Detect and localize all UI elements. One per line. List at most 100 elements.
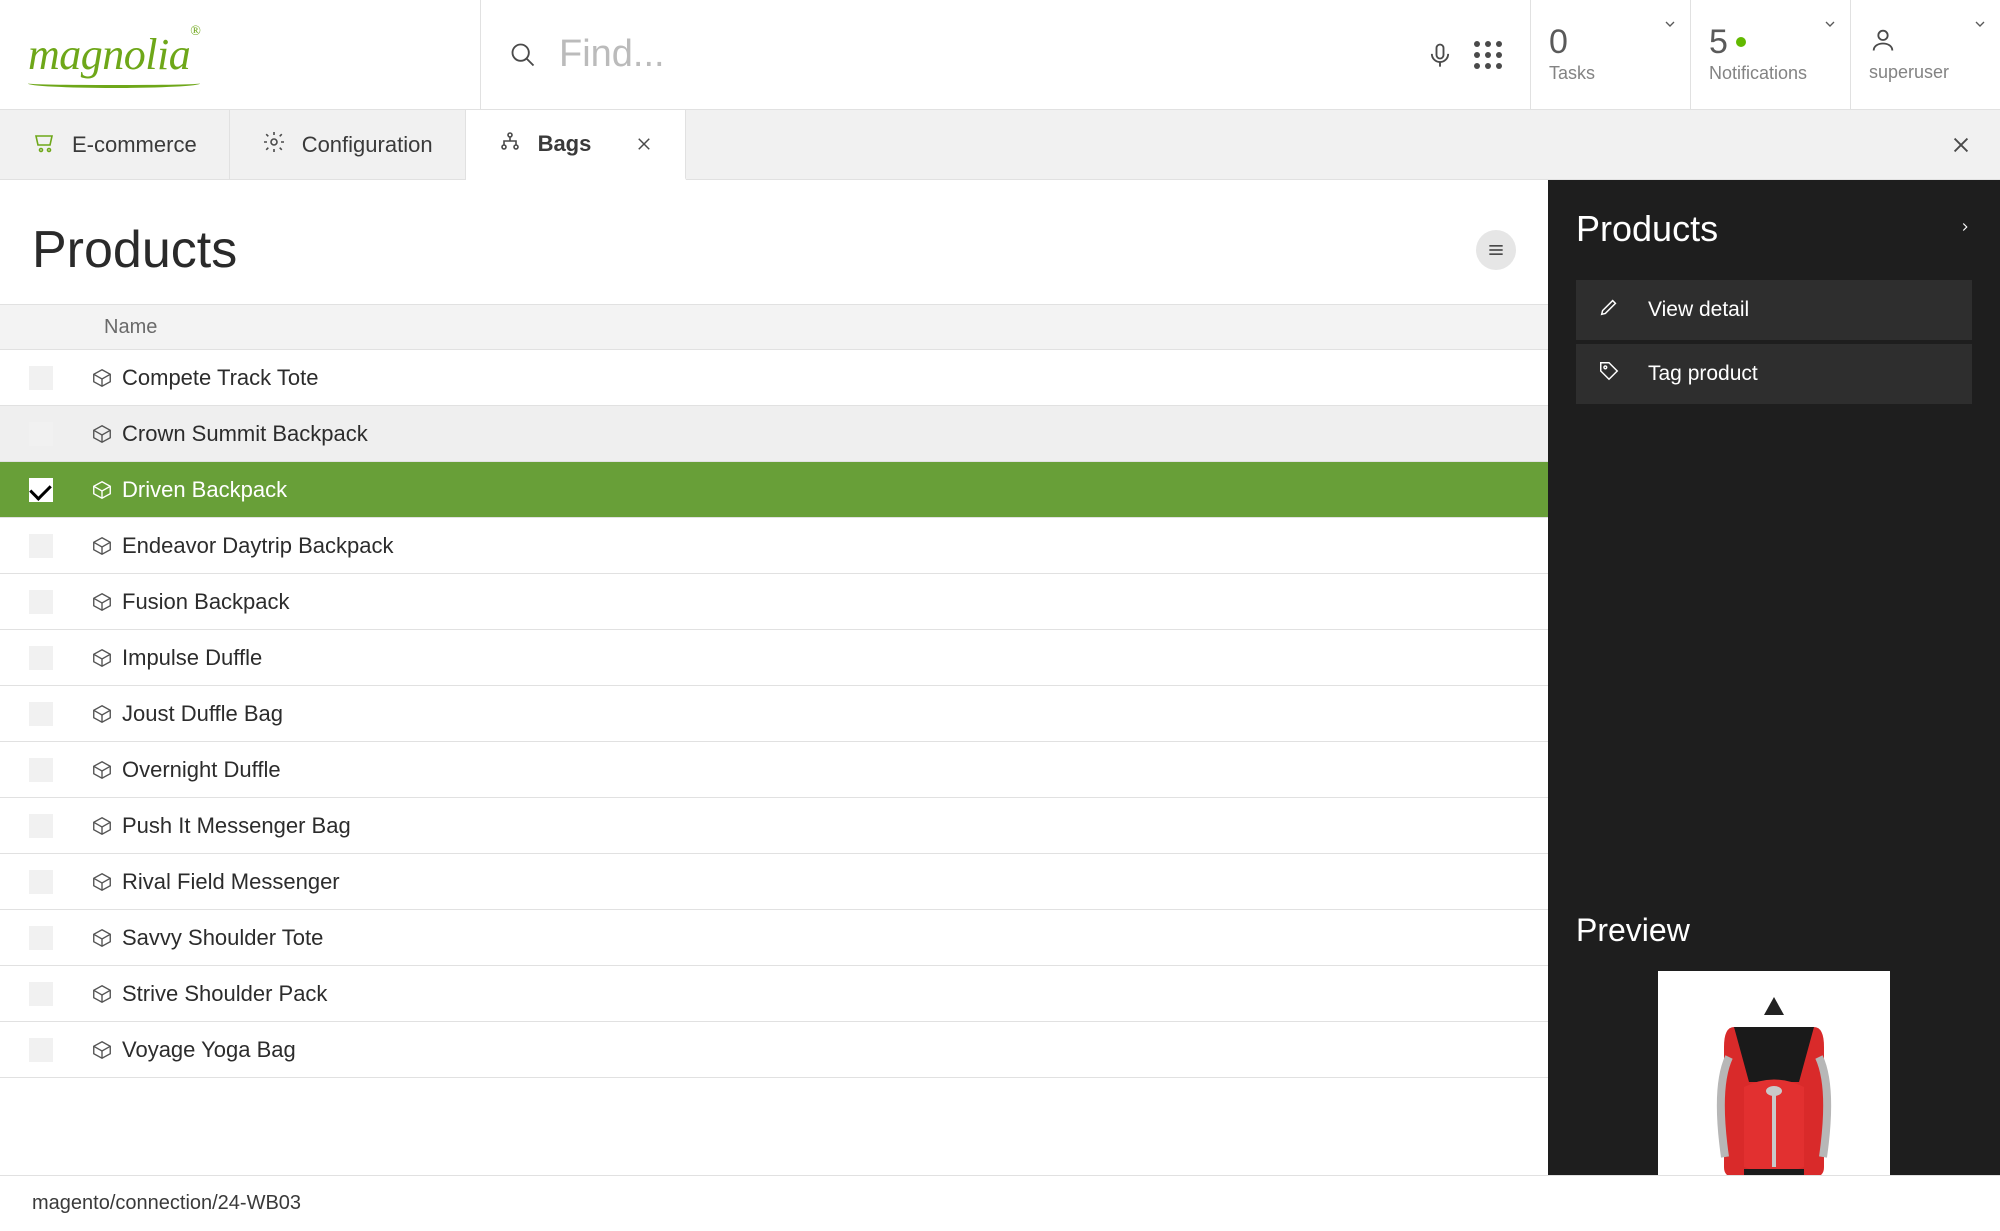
row-checkbox[interactable] xyxy=(0,926,82,950)
logo[interactable]: magnolia® xyxy=(0,0,480,109)
row-name: Rival Field Messenger xyxy=(122,869,340,895)
package-icon xyxy=(82,927,122,949)
tabs-bar: E-commerce Configuration Bags xyxy=(0,110,2000,180)
table-row[interactable]: Strive Shoulder Pack xyxy=(0,966,1548,1022)
table-row[interactable]: Overnight Duffle xyxy=(0,742,1548,798)
column-header-name[interactable]: Name xyxy=(104,316,157,339)
mic-icon[interactable] xyxy=(1426,41,1454,69)
row-checkbox[interactable] xyxy=(0,982,82,1006)
tab-e-commerce[interactable]: E-commerce xyxy=(0,110,230,179)
action-label: View detail xyxy=(1648,298,1749,322)
collapse-panel-button[interactable] xyxy=(1958,220,1972,239)
pencil-icon xyxy=(1598,296,1620,324)
chevron-down-icon xyxy=(1662,16,1678,37)
table-row[interactable]: Joust Duffle Bag xyxy=(0,686,1548,742)
search-icon xyxy=(509,41,537,69)
row-checkbox[interactable] xyxy=(0,646,82,670)
row-checkbox[interactable] xyxy=(0,758,82,782)
package-icon xyxy=(82,367,122,389)
table-row[interactable]: Savvy Shoulder Tote xyxy=(0,910,1548,966)
table-header: Name xyxy=(0,304,1548,350)
list-pane: Products Name Compete Track Tote Crown Su… xyxy=(0,180,1548,1231)
table-body: Compete Track Tote Crown Summit Backpack D… xyxy=(0,350,1548,1231)
action-panel: Products View detail Tag product Preview xyxy=(1548,180,2000,1231)
tab-bags[interactable]: Bags xyxy=(466,110,687,180)
action-label: Tag product xyxy=(1648,362,1758,386)
global-search xyxy=(480,0,1530,109)
row-name: Joust Duffle Bag xyxy=(122,701,283,727)
table-row[interactable]: Compete Track Tote xyxy=(0,350,1548,406)
table-row[interactable]: Voyage Yoga Bag xyxy=(0,1022,1548,1078)
action-tag-product[interactable]: Tag product xyxy=(1576,344,1972,404)
gear-icon xyxy=(262,130,286,160)
table-row[interactable]: Crown Summit Backpack xyxy=(0,406,1548,462)
package-icon xyxy=(82,479,122,501)
tasks-count: 0 xyxy=(1549,25,1672,59)
package-icon xyxy=(82,647,122,669)
notifications-tile[interactable]: 5 Notifications xyxy=(1690,0,1850,109)
cart-icon xyxy=(32,130,56,160)
row-name: Push It Messenger Bag xyxy=(122,813,351,839)
chevron-down-icon xyxy=(1822,16,1838,37)
row-checkbox[interactable] xyxy=(0,702,82,726)
package-icon xyxy=(82,815,122,837)
close-all-tabs[interactable] xyxy=(1922,110,2000,179)
tag-icon xyxy=(1598,360,1620,388)
tasks-label: Tasks xyxy=(1549,63,1672,84)
package-icon xyxy=(82,983,122,1005)
status-path: magento/connection/24-WB03 xyxy=(32,1192,301,1215)
app-header: magnolia® 0 Tasks 5 Notifications superu… xyxy=(0,0,2000,110)
table-row[interactable]: Driven Backpack xyxy=(0,462,1548,518)
package-icon xyxy=(82,759,122,781)
row-name: Compete Track Tote xyxy=(122,365,318,391)
app-grid-icon[interactable] xyxy=(1474,41,1502,69)
user-name: superuser xyxy=(1869,62,1982,83)
tasks-tile[interactable]: 0 Tasks xyxy=(1530,0,1690,109)
row-checkbox[interactable] xyxy=(0,814,82,838)
view-options-button[interactable] xyxy=(1476,230,1516,270)
row-name: Endeavor Daytrip Backpack xyxy=(122,533,393,559)
chevron-down-icon xyxy=(1972,16,1988,37)
tab-configuration[interactable]: Configuration xyxy=(230,110,466,179)
panel-title: Products xyxy=(1576,208,1718,250)
row-name: Voyage Yoga Bag xyxy=(122,1037,296,1063)
menu-icon xyxy=(1486,240,1506,260)
row-name: Fusion Backpack xyxy=(122,589,290,615)
row-name: Strive Shoulder Pack xyxy=(122,981,327,1007)
close-icon xyxy=(1950,134,1972,156)
notifications-label: Notifications xyxy=(1709,63,1832,84)
tab-label: E-commerce xyxy=(72,132,197,158)
package-icon xyxy=(82,1039,122,1061)
row-checkbox[interactable] xyxy=(0,478,82,502)
row-name: Impulse Duffle xyxy=(122,645,262,671)
row-name: Driven Backpack xyxy=(122,477,287,503)
table-row[interactable]: Impulse Duffle xyxy=(0,630,1548,686)
row-checkbox[interactable] xyxy=(0,1038,82,1062)
table-row[interactable]: Fusion Backpack xyxy=(0,574,1548,630)
action-view-detail[interactable]: View detail xyxy=(1576,280,1972,340)
row-checkbox[interactable] xyxy=(0,534,82,558)
tab-label: Configuration xyxy=(302,132,433,158)
table-row[interactable]: Endeavor Daytrip Backpack xyxy=(0,518,1548,574)
page-title: Products xyxy=(32,220,237,280)
package-icon xyxy=(82,703,122,725)
search-input[interactable] xyxy=(557,32,1406,77)
row-checkbox[interactable] xyxy=(0,366,82,390)
avatar-icon xyxy=(1869,26,1897,54)
package-icon xyxy=(82,535,122,557)
package-icon xyxy=(82,871,122,893)
row-checkbox[interactable] xyxy=(0,422,82,446)
preview-title: Preview xyxy=(1576,912,1972,949)
row-name: Savvy Shoulder Tote xyxy=(122,925,323,951)
notifications-dot-icon xyxy=(1736,37,1746,47)
package-icon xyxy=(82,591,122,613)
table-row[interactable]: Push It Messenger Bag xyxy=(0,798,1548,854)
row-checkbox[interactable] xyxy=(0,590,82,614)
row-checkbox[interactable] xyxy=(0,870,82,894)
close-icon[interactable] xyxy=(635,135,653,153)
user-tile[interactable]: superuser xyxy=(1850,0,2000,109)
table-row[interactable]: Rival Field Messenger xyxy=(0,854,1548,910)
logo-text: magnolia xyxy=(28,30,190,79)
row-name: Crown Summit Backpack xyxy=(122,421,368,447)
row-name: Overnight Duffle xyxy=(122,757,281,783)
